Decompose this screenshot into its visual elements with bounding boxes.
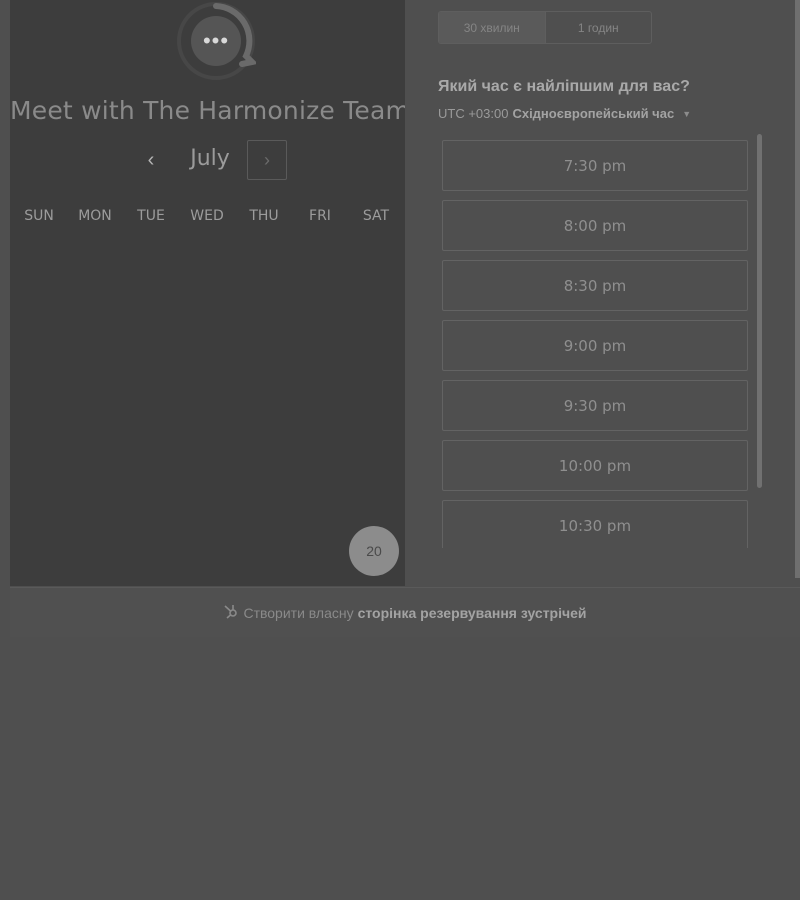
- time-slot-button[interactable]: 7:30 pm: [442, 140, 748, 191]
- month-label: July: [190, 146, 230, 171]
- next-month-button[interactable]: ›: [247, 140, 287, 180]
- time-slot-list: 7:30 pm 8:00 pm 8:30 pm 9:00 pm 9:30 pm …: [441, 138, 769, 548]
- hubspot-sprocket-icon: [223, 603, 239, 622]
- booking-page-link[interactable]: сторінка резервування зустрічей: [358, 605, 587, 621]
- weekday-wed: WED: [190, 208, 224, 224]
- caret-down-icon: ▼: [682, 108, 692, 119]
- time-question-heading: Який час є найліпшим для вас?: [438, 78, 690, 95]
- time-selection-panel: 30 хвилин 1 годин Який час є найліпшим д…: [405, 0, 795, 578]
- weekday-sun: SUN: [24, 208, 54, 224]
- weekday-tue: TUE: [137, 208, 165, 224]
- time-slot-button[interactable]: 9:30 pm: [442, 380, 748, 431]
- weekday-mon: MON: [78, 208, 112, 224]
- time-slot-button[interactable]: 9:00 pm: [442, 320, 748, 371]
- calendar-day-selected[interactable]: 20: [349, 526, 399, 576]
- weekday-fri: FRI: [309, 208, 331, 224]
- time-slot-scrollbar[interactable]: [757, 134, 762, 488]
- weekday-thu: THU: [249, 208, 279, 224]
- previous-month-button[interactable]: ‹: [136, 144, 166, 176]
- chat-bubble-dots-icon: •••: [191, 16, 241, 66]
- time-slot-button[interactable]: 8:30 pm: [442, 260, 748, 311]
- weekday-header: SUN MON TUE WED THU FRI SAT: [10, 208, 405, 228]
- page-scrollbar[interactable]: [795, 0, 800, 578]
- meeting-scheduler-page: ••• Meet with The Harmonize Team ‹ July …: [0, 0, 800, 900]
- time-slot-button[interactable]: 8:00 pm: [442, 200, 748, 251]
- duration-tab-1-hour[interactable]: 1 годин: [544, 12, 652, 43]
- duration-tab-30-min[interactable]: 30 хвилин: [439, 12, 545, 43]
- time-slot-button[interactable]: 10:00 pm: [442, 440, 748, 491]
- avatar: •••: [176, 0, 256, 80]
- scheduler-title: Meet with The Harmonize Team: [10, 96, 411, 125]
- calendar-panel: ••• Meet with The Harmonize Team ‹ July …: [10, 0, 411, 586]
- sprocket-svg: [224, 605, 238, 619]
- weekday-sat: SAT: [362, 208, 390, 224]
- duration-selector: 30 хвилин 1 годин: [438, 11, 652, 44]
- month-navigation: ‹ July ›: [10, 138, 405, 184]
- footer-banner: Створити власну сторінка резервування зу…: [10, 587, 800, 637]
- timezone-name: Східноєвропейський час: [512, 106, 675, 121]
- footer-text: Створити власну: [243, 604, 354, 621]
- time-slot-button[interactable]: 10:30 pm: [442, 500, 748, 548]
- timezone-offset: UTC +03:00: [438, 106, 509, 121]
- timezone-dropdown[interactable]: UTC +03:00 Східноєвропейський час ▼: [438, 106, 691, 121]
